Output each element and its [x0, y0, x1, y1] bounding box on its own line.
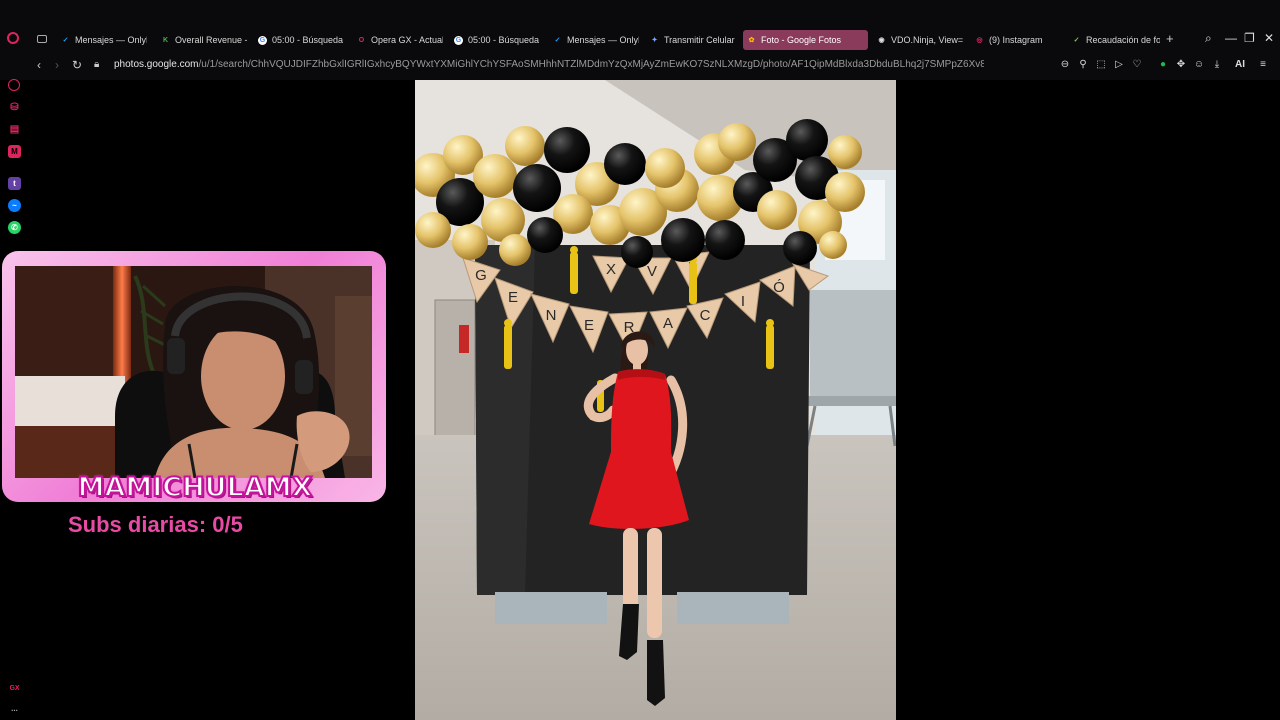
tab-item[interactable]: O Opera GX - Actual	[353, 30, 443, 50]
tab-favicon-icon: K	[162, 36, 169, 44]
profile-icon[interactable]: ☺	[1193, 59, 1205, 71]
ai-label: AI	[1235, 59, 1245, 70]
tab-item[interactable]: K Overall Revenue -	[157, 30, 247, 50]
tab-item[interactable]: G 05:00 - Búsqueda	[450, 30, 540, 50]
download-icon[interactable]: ⤓	[1211, 59, 1223, 71]
gx-corner-label[interactable]: GX	[8, 682, 21, 695]
google-icon: G	[258, 35, 267, 45]
subs-counter: Subs diarias: 0/5	[68, 512, 243, 537]
forward-icon[interactable]: ›	[55, 57, 59, 73]
tab-item[interactable]: ✓ Mensajes — OnlyF	[549, 30, 639, 50]
tab-item[interactable]: ✓ Recaudación de fo	[1068, 30, 1160, 50]
more-icon[interactable]: ...	[8, 702, 21, 715]
new-tab-button[interactable]: +	[1166, 32, 1174, 46]
close-icon[interactable]: ✕	[1264, 31, 1274, 45]
opera-menu-icon[interactable]	[7, 32, 19, 44]
party-photo: G E N E R A C I Ó X V I	[415, 80, 896, 720]
extension-icon[interactable]: ●	[1157, 59, 1169, 71]
tab-title: Foto - Google Fotos	[761, 35, 842, 45]
banner-letter: G	[475, 267, 487, 284]
tab-item[interactable]: ✦ Transmitir Celular	[646, 30, 736, 50]
tab-item-active[interactable]: ✿ Foto - Google Fotos	[743, 30, 868, 50]
tab-favicon-icon: ✓	[554, 37, 561, 44]
tab-item[interactable]: ◉ VDO.Ninja, View=	[873, 30, 965, 50]
banner-letter: A	[663, 315, 673, 332]
url-path: /u/1/search/ChhVQUJDIFZhbGxlIGRlIGxhcyBQ…	[198, 59, 984, 70]
tab-title: Opera GX - Actual	[371, 35, 443, 45]
banner-letter: E	[508, 289, 518, 306]
tab-title: 05:00 - Búsqueda	[272, 35, 344, 45]
address-bar: ‹ › ↻ 🔒︎ photos.google.com/u/1/search/Ch…	[30, 55, 1280, 77]
reload-icon[interactable]: ↻	[72, 57, 82, 73]
bookmark-heart-icon[interactable]: ♡	[1131, 59, 1143, 71]
tab-title: Overall Revenue -	[175, 35, 247, 45]
music-icon[interactable]: M	[8, 145, 21, 158]
url-field[interactable]: photos.google.com/u/1/search/ChhVQUJDIFZ…	[114, 59, 984, 70]
tab-item[interactable]: G 05:00 - Búsqueda	[254, 30, 344, 50]
search-tabs-icon[interactable]: ⌕	[1205, 31, 1212, 45]
banner-letter: E	[584, 317, 594, 334]
streamer-name: MAMICHULAMX	[77, 471, 314, 504]
aria-ai-button[interactable]: AI	[1230, 59, 1250, 71]
tab-title: Mensajes — OnlyF	[567, 35, 639, 45]
shopping-icon[interactable]: ⛁	[8, 101, 21, 114]
history-icon[interactable]	[8, 79, 20, 91]
photo-viewer-image[interactable]: G E N E R A C I Ó X V I	[415, 80, 896, 720]
banner-letter: C	[700, 307, 711, 324]
banner-letter: Ó	[773, 279, 785, 296]
tab-favicon-icon: ✓	[1073, 37, 1080, 44]
pin-icon[interactable]: ⚲	[1077, 59, 1089, 71]
banner-letter: X	[606, 261, 616, 278]
tab-favicon-icon: ✓	[62, 37, 69, 44]
google-photos-icon: ✿	[748, 37, 755, 44]
tab-overview-icon[interactable]	[37, 35, 47, 43]
restore-icon[interactable]: ❐	[1244, 31, 1255, 45]
banner-letter: N	[546, 307, 557, 324]
instagram-icon: ◎	[976, 37, 983, 44]
banner-letter: V	[647, 263, 657, 280]
minimize-icon[interactable]: —	[1225, 31, 1237, 45]
url-host: photos.google.com	[114, 59, 199, 70]
tab-title: Mensajes — OnlyF	[75, 35, 147, 45]
opera-icon: O	[358, 36, 365, 44]
tab-title: 05:00 - Búsqueda	[468, 35, 540, 45]
tab-title: (9) Instagram	[989, 35, 1043, 45]
wallet-icon[interactable]: ▤	[8, 123, 21, 136]
tab-title: VDO.Ninja, View=	[891, 35, 964, 45]
webcam-video	[15, 266, 372, 478]
back-icon[interactable]: ‹	[37, 57, 41, 73]
menu-icon[interactable]: ≡	[1257, 59, 1269, 71]
streamer-webcam-image	[15, 266, 372, 478]
tab-title: Transmitir Celular	[664, 35, 735, 45]
lock-icon[interactable]: 🔒︎	[94, 57, 99, 73]
banner-letter: I	[741, 293, 745, 310]
extensions-puzzle-icon[interactable]: ✥	[1175, 59, 1187, 71]
tab-title: Recaudación de fo	[1086, 35, 1160, 45]
zoom-icon[interactable]: ⊖	[1059, 59, 1071, 71]
google-icon: G	[454, 35, 463, 45]
messenger-icon[interactable]: ~	[8, 199, 21, 212]
send-icon[interactable]: ▷	[1113, 59, 1125, 71]
tab-item[interactable]: ✓ Mensajes — OnlyF	[57, 30, 147, 50]
tab-item[interactable]: ◎ (9) Instagram	[971, 30, 1061, 50]
whatsapp-icon[interactable]: ✆	[8, 221, 21, 234]
twitch-icon[interactable]: t	[8, 177, 21, 190]
snapshot-icon[interactable]: ⬚	[1095, 59, 1107, 71]
cast-icon: ✦	[651, 37, 658, 44]
vdo-ninja-icon: ◉	[878, 37, 885, 44]
